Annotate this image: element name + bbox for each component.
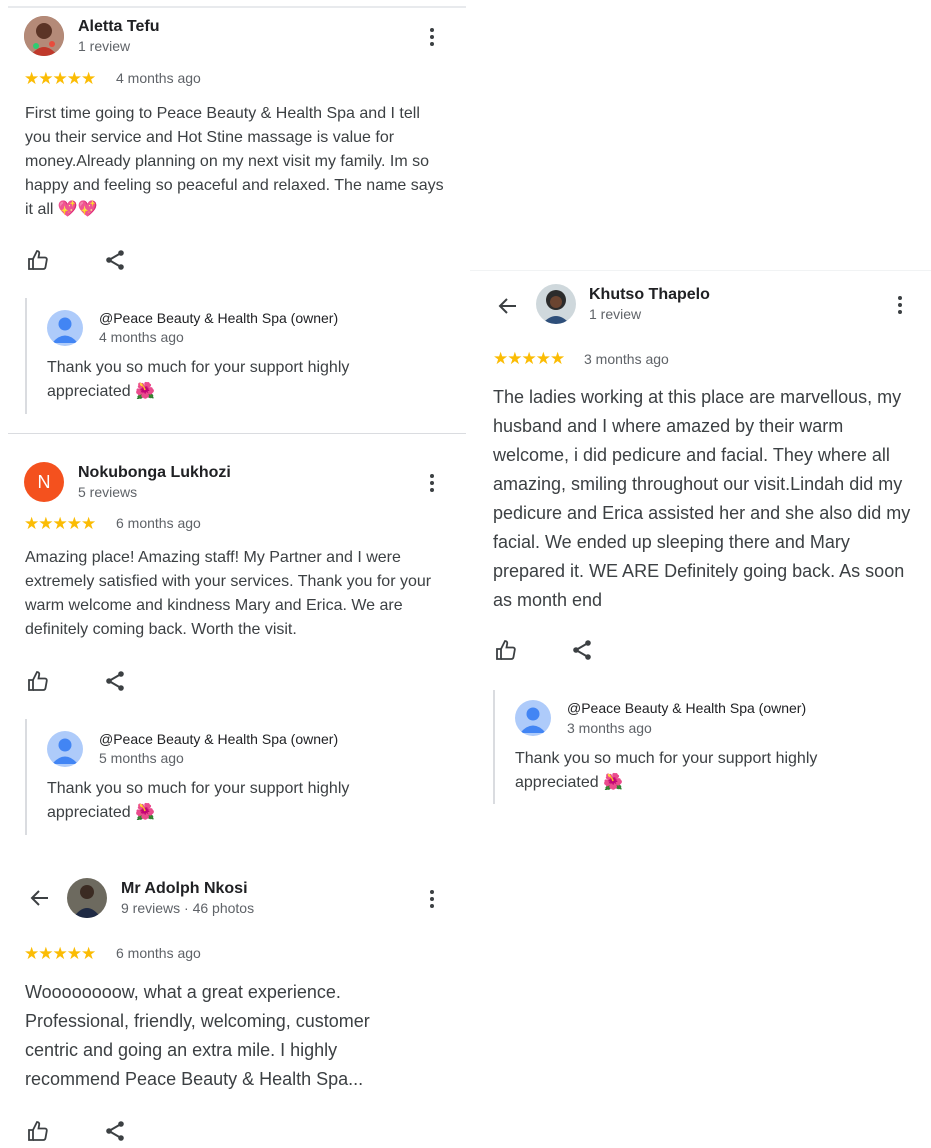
avatar-initial: N xyxy=(37,472,51,492)
review-text: Amazing place! Amazing staff! My Partner… xyxy=(25,549,432,638)
reviewer-name[interactable]: Mr Adolph Nkosi xyxy=(121,880,248,898)
top-divider xyxy=(8,6,466,8)
owner-avatar xyxy=(47,310,83,346)
flower-emoji: 🌺 xyxy=(135,383,155,400)
owner-reply: @Peace Beauty & Health Spa (owner) 5 mon… xyxy=(25,719,447,835)
owner-name: @Peace Beauty & Health Spa (owner) xyxy=(99,731,339,747)
reply-date: 5 months ago xyxy=(99,750,184,766)
heart-emoji: 💖💖 xyxy=(57,201,98,218)
more-vert-icon[interactable] xyxy=(427,472,437,496)
reply-text-content: Thank you so much for your support highl… xyxy=(515,750,818,792)
reviewer-avatar[interactable] xyxy=(536,284,576,324)
review-date: 6 months ago xyxy=(116,515,201,531)
review-text: The ladies working at this place are mar… xyxy=(493,387,911,610)
reply-text: Thank you so much for your support highl… xyxy=(515,747,895,795)
more-vert-icon[interactable] xyxy=(427,888,437,912)
reply-text: Thank you so much for your support highl… xyxy=(47,356,427,404)
reply-text-content: Thank you so much for your support highl… xyxy=(47,780,350,822)
flower-emoji: 🌺 xyxy=(603,774,623,791)
star-rating: ★★★★★ xyxy=(24,944,96,963)
thumbs-up-icon[interactable] xyxy=(494,638,518,662)
reviewer-name[interactable]: Nokubonga Lukhozi xyxy=(78,464,231,482)
owner-reply: @Peace Beauty & Health Spa (owner) 3 mon… xyxy=(493,690,915,804)
owner-avatar xyxy=(515,700,551,736)
review-card-aletta: Aletta Tefu 1 review ★★★★★ 4 months ago … xyxy=(0,14,466,434)
more-vert-icon[interactable] xyxy=(895,294,905,318)
reply-text: Thank you so much for your support highl… xyxy=(47,777,427,825)
reviewer-meta: 5 reviews xyxy=(78,484,138,500)
reviewer-avatar[interactable]: N xyxy=(24,462,64,502)
share-icon[interactable] xyxy=(570,638,594,662)
reviewer-meta: 9 reviews · 46 photos xyxy=(121,900,255,916)
top-divider xyxy=(470,270,931,271)
right-review-panel: Khutso Thapelo 1 review ★★★★★ 3 months a… xyxy=(470,0,931,1141)
owner-name: @Peace Beauty & Health Spa (owner) xyxy=(99,310,339,326)
star-rating: ★★★★★ xyxy=(24,514,96,533)
reviewer-avatar[interactable] xyxy=(67,878,107,918)
reply-text-content: Thank you so much for your support highl… xyxy=(47,359,350,401)
owner-avatar xyxy=(47,731,83,767)
review-divider xyxy=(8,433,466,434)
share-icon[interactable] xyxy=(103,669,127,693)
review-card-adolph: Mr Adolph Nkosi 9 reviews · 46 photos ★★… xyxy=(0,876,466,1141)
review-card-khutso: Khutso Thapelo 1 review ★★★★★ 3 months a… xyxy=(470,284,931,824)
more-vert-icon[interactable] xyxy=(427,26,437,50)
flower-emoji: 🌺 xyxy=(135,804,155,821)
reviewer-name[interactable]: Aletta Tefu xyxy=(78,18,159,36)
review-text: Woooooooow, what a great experience. Pro… xyxy=(25,982,370,1089)
thumbs-up-icon[interactable] xyxy=(26,248,50,272)
arrow-back-icon[interactable] xyxy=(28,886,52,910)
share-icon[interactable] xyxy=(103,1119,127,1143)
owner-name: @Peace Beauty & Health Spa (owner) xyxy=(567,700,807,716)
review-date: 3 months ago xyxy=(584,351,669,367)
reviewer-avatar[interactable] xyxy=(24,16,64,56)
arrow-back-icon[interactable] xyxy=(496,294,520,318)
review-text: First time going to Peace Beauty & Healt… xyxy=(25,102,450,222)
thumbs-up-icon[interactable] xyxy=(26,669,50,693)
review-card-nokubonga: N Nokubonga Lukhozi 5 reviews ★★★★★ 6 mo… xyxy=(0,460,466,860)
reviewer-meta: 1 review xyxy=(589,306,642,322)
star-rating: ★★★★★ xyxy=(493,349,565,368)
star-rating: ★★★★★ xyxy=(24,69,96,88)
left-review-panel: Aletta Tefu 1 review ★★★★★ 4 months ago … xyxy=(0,0,466,1141)
review-date: 4 months ago xyxy=(116,70,201,86)
reviewer-name[interactable]: Khutso Thapelo xyxy=(589,286,710,304)
thumbs-up-icon[interactable] xyxy=(26,1119,50,1143)
reviewer-meta: 1 review xyxy=(78,38,131,54)
review-date: 6 months ago xyxy=(116,945,201,961)
reply-date: 4 months ago xyxy=(99,329,184,345)
reply-date: 3 months ago xyxy=(567,720,652,736)
owner-reply: @Peace Beauty & Health Spa (owner) 4 mon… xyxy=(25,298,447,414)
share-icon[interactable] xyxy=(103,248,127,272)
